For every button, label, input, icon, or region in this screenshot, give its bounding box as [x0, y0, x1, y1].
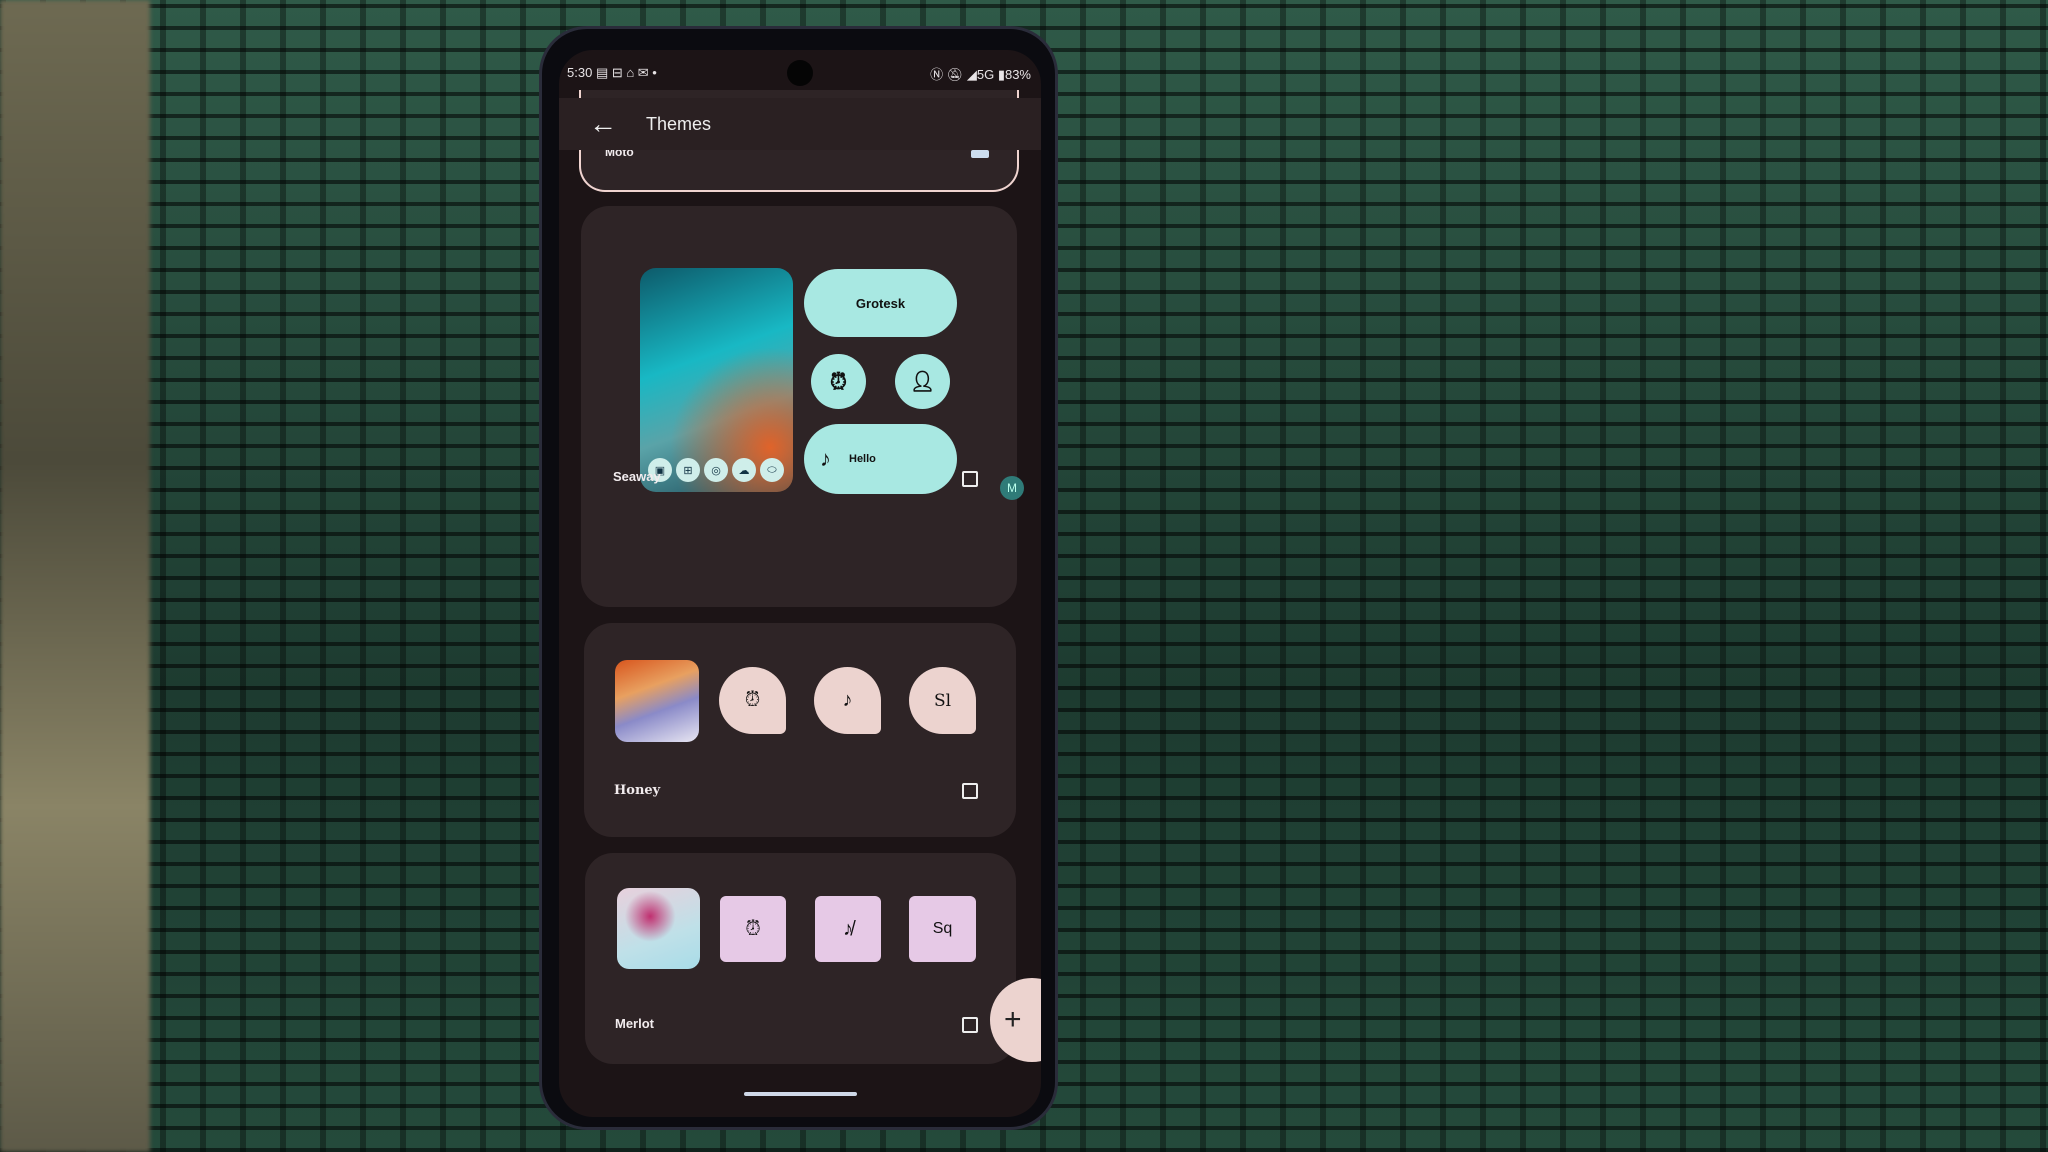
front-camera: [787, 60, 813, 86]
alarm-icon: ⏰︎: [719, 667, 786, 734]
signal-icon: ◢: [966, 66, 977, 82]
selected-check-icon: [971, 150, 989, 158]
music-off-icon: ♪̸: [815, 896, 881, 962]
wallpaper-preview: [615, 660, 699, 742]
music-note-icon: ♪: [814, 667, 881, 734]
wallpaper-preview: ▣ ⊞ ◎ ☁ ⬭: [640, 268, 793, 492]
app-dock: ▣ ⊞ ◎ ☁ ⬭: [648, 458, 784, 482]
background-blur: [0, 0, 150, 1152]
battery-level: 83%: [1004, 66, 1031, 82]
notification-icons: ▤ ⊟ ⌂ ✉ •: [595, 65, 657, 80]
font-sample: Grotesk: [804, 269, 957, 337]
pill-icon: ⬭: [760, 458, 784, 482]
status-right: Ⓝ 🔕︎ ◢5G ▮83%: [930, 64, 1031, 83]
alarm-icon: ⏰︎: [720, 896, 786, 962]
cloud-icon: ☁: [732, 458, 756, 482]
status-time: 5:30: [567, 65, 593, 80]
theme-name: Honey: [614, 783, 661, 798]
folder-icon: ⊞: [676, 458, 700, 482]
person-icon: 👤︎: [895, 354, 950, 409]
theme-card-merlot[interactable]: ⏰︎ ♪̸ Sq Merlot: [585, 853, 1016, 1064]
arrow-left-icon[interactable]: ←: [589, 108, 617, 140]
theme-card-honey[interactable]: ⏰︎ ♪ Sl Honey: [584, 623, 1016, 837]
music-note-icon: ♪: [820, 446, 831, 471]
theme-checkbox[interactable]: [962, 471, 978, 487]
theme-name: Seaway: [613, 469, 661, 484]
font-sample: Sq: [909, 896, 976, 962]
theme-checkbox[interactable]: [962, 783, 978, 799]
phone-screen: 5:30 ▤ ⊟ ⌂ ✉ • Ⓝ 🔕︎ ◢5G ▮83% Moto ← Them…: [559, 50, 1041, 1117]
bell-off-icon: 🔕︎: [946, 66, 964, 82]
alarm-icon: ⏰︎: [811, 354, 866, 409]
nfc-icon: Ⓝ: [930, 66, 944, 82]
app-bar: ← Themes: [559, 98, 1041, 150]
page-title: Themes: [646, 114, 712, 134]
camera-icon: ◎: [704, 458, 728, 482]
moto-logo-icon[interactable]: M: [1000, 476, 1024, 500]
wallpaper-preview: [617, 888, 700, 969]
plus-icon: +: [1004, 1003, 1022, 1036]
font-sample: Sl: [909, 667, 976, 734]
nav-handle[interactable]: [744, 1092, 857, 1096]
theme-card-seaway[interactable]: ▣ ⊞ ◎ ☁ ⬭ Grotesk ⏰︎ 👤︎ ♪ Hello Seaway: [581, 206, 1017, 607]
status-left: 5:30 ▤ ⊟ ⌂ ✉ •: [567, 65, 657, 81]
network-type: 5G: [976, 66, 995, 82]
battery-icon: ▮: [997, 66, 1005, 82]
theme-checkbox[interactable]: [962, 1017, 978, 1033]
theme-name: Merlot: [615, 1016, 654, 1031]
music-label: Hello: [849, 453, 876, 465]
